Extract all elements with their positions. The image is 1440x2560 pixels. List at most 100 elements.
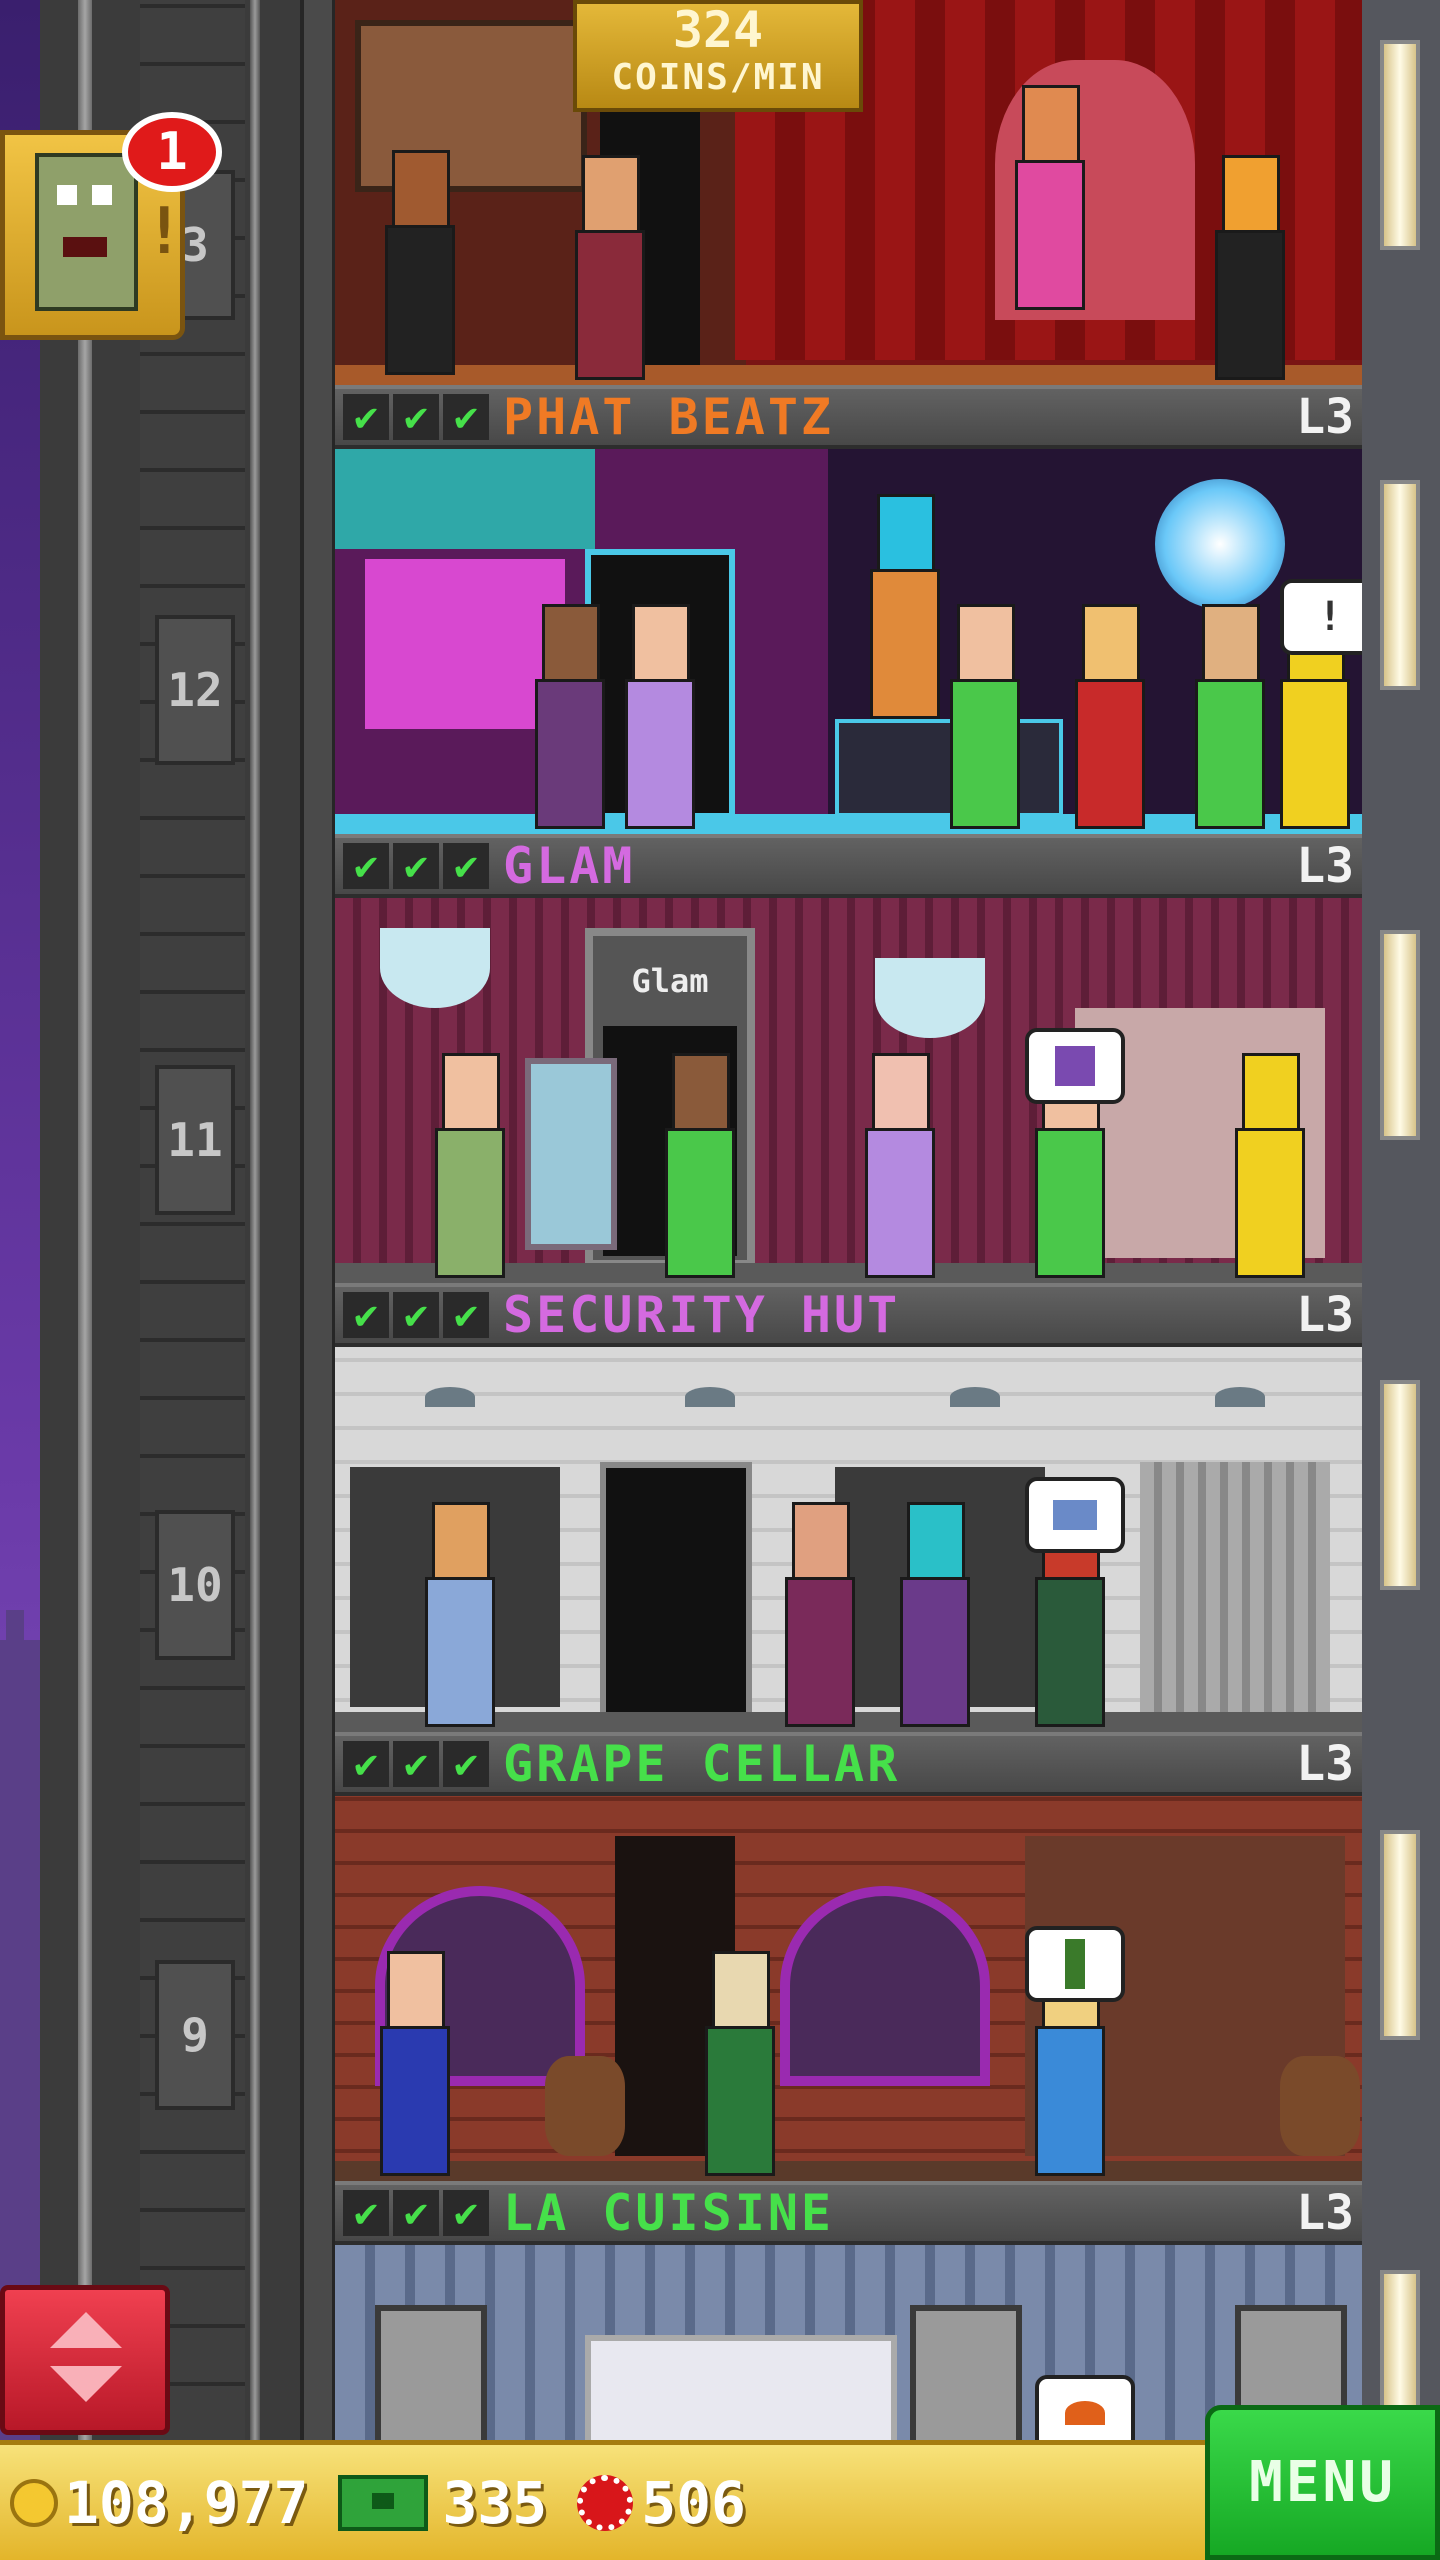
- wall-painting: [375, 2305, 487, 2440]
- bitizen[interactable]: [380, 1951, 450, 2176]
- dj-bitizen[interactable]: [870, 494, 940, 719]
- coins-per-minute-value: 324: [672, 1, 764, 59]
- bitizen[interactable]: [575, 155, 645, 380]
- floor-level: L3: [1296, 389, 1354, 445]
- floor-name: PHAT BEATZ: [503, 388, 835, 446]
- bitizen[interactable]: [1075, 604, 1145, 829]
- floor-strip: [335, 365, 1362, 385]
- star-checks: ✔ ✔ ✔: [343, 843, 489, 889]
- check-icon: ✔: [393, 394, 439, 440]
- bux-icon: [338, 2474, 429, 2531]
- room-phat-beatz[interactable]: !: [335, 449, 1362, 834]
- floor-banner-security-hut[interactable]: ✔ ✔ ✔ SECURITY HUT L3: [335, 1283, 1362, 1347]
- speech-bubble[interactable]: [1025, 1477, 1125, 1553]
- tower-wall-right: [1362, 0, 1440, 2440]
- floor-level: L3: [1296, 838, 1354, 894]
- check-icon: ✔: [443, 394, 489, 440]
- floor-banner-phat-beatz[interactable]: ✔ ✔ ✔ PHAT BEATZ L3: [335, 385, 1362, 449]
- bitizen[interactable]: [665, 1053, 735, 1278]
- check-icon: ✔: [393, 1292, 439, 1338]
- notification-badge: 1: [122, 112, 222, 192]
- jail-cell: [1140, 1462, 1330, 1717]
- zombie-icon: [35, 153, 138, 311]
- check-icon: ✔: [343, 1292, 389, 1338]
- wall-light: [1380, 40, 1420, 250]
- bitizen[interactable]: [1035, 1053, 1105, 1278]
- floor-number-12: 12: [155, 615, 235, 765]
- speech-bubble[interactable]: [1025, 1028, 1125, 1104]
- chips-value: 506: [641, 2468, 746, 2537]
- bitizen[interactable]: [1035, 1951, 1105, 2176]
- disco-ball: [1155, 479, 1285, 609]
- speech-bubble[interactable]: [1035, 2375, 1135, 2440]
- chicken-costume-bitizen[interactable]: [1280, 604, 1350, 829]
- room-grape-cellar[interactable]: [335, 1796, 1362, 2181]
- speech-bubble[interactable]: [1025, 1926, 1125, 2002]
- wall-light: [1380, 930, 1420, 1140]
- floor-banner-glam[interactable]: ✔ ✔ ✔ GLAM L3: [335, 834, 1362, 898]
- floor-level: L3: [1296, 1287, 1354, 1343]
- chandelier: [875, 958, 985, 1038]
- bitizen[interactable]: [385, 150, 455, 375]
- check-icon: ✔: [343, 1741, 389, 1787]
- ceiling-lamp: [425, 1387, 475, 1407]
- dish-icon: [1065, 2401, 1105, 2425]
- comedian-bitizen[interactable]: [1015, 85, 1085, 310]
- wall-light: [1380, 1380, 1420, 1590]
- bitizen[interactable]: [1215, 155, 1285, 380]
- wall-light: [1380, 1830, 1420, 2040]
- bitizen[interactable]: [535, 604, 605, 829]
- chicken-costume-bitizen[interactable]: [1235, 1053, 1305, 1278]
- check-icon: ✔: [343, 2190, 389, 2236]
- check-icon: ✔: [393, 1741, 439, 1787]
- bux-value: 335: [442, 2468, 548, 2537]
- elevator-button[interactable]: [0, 2285, 170, 2435]
- check-icon: ✔: [443, 843, 489, 889]
- menu-button[interactable]: MENU: [1205, 2405, 1440, 2560]
- security-guard-bitizen[interactable]: [425, 1502, 495, 1727]
- check-icon: ✔: [343, 843, 389, 889]
- bitizen[interactable]: [865, 1053, 935, 1278]
- coins-stat[interactable]: 108,977: [0, 2469, 308, 2537]
- floor-name: GLAM: [503, 837, 636, 895]
- floor-banner-la-cuisine[interactable]: ✔ ✔ ✔ LA CUISINE L3: [335, 2181, 1362, 2245]
- bux-stat[interactable]: 335: [338, 2469, 547, 2537]
- coin-icon: [10, 2478, 58, 2527]
- check-icon: ✔: [393, 843, 439, 889]
- bitizen[interactable]: [1195, 604, 1265, 829]
- room-glam[interactable]: Glam: [335, 898, 1362, 1283]
- room-security-hut[interactable]: [335, 1347, 1362, 1732]
- wine-rack: [780, 1886, 990, 2086]
- star-checks: ✔ ✔ ✔: [343, 2190, 489, 2236]
- framed-portrait: [355, 20, 587, 192]
- floor-name: GRAPE CELLAR: [503, 1735, 901, 1793]
- bitizen[interactable]: [1035, 1502, 1105, 1727]
- elevator-rail-right: [250, 0, 260, 2440]
- bitizen[interactable]: [785, 1502, 855, 1727]
- coins-per-minute-display: 324 COINS/MIN: [573, 0, 863, 112]
- check-icon: ✔: [443, 1741, 489, 1787]
- ceiling-lamp: [685, 1387, 735, 1407]
- coins-per-minute-label: COINS/MIN: [611, 57, 825, 98]
- wall-light: [1380, 480, 1420, 690]
- bitizen[interactable]: [435, 1053, 505, 1278]
- star-checks: ✔ ✔ ✔: [343, 1741, 489, 1787]
- chips-stat[interactable]: 506: [577, 2469, 746, 2537]
- check-icon: ✔: [443, 2190, 489, 2236]
- bitizen[interactable]: [705, 1951, 775, 2176]
- check-icon: ✔: [393, 2190, 439, 2236]
- ceiling-lamp: [1215, 1387, 1265, 1407]
- bitizen[interactable]: [900, 1502, 970, 1727]
- floor-strip: [335, 2161, 1362, 2181]
- doorway: [600, 1462, 752, 1729]
- floor-number-10: 10: [155, 1510, 235, 1660]
- check-icon: ✔: [443, 1292, 489, 1338]
- chip-icon: [577, 2474, 634, 2531]
- floor-banner-grape-cellar[interactable]: ✔ ✔ ✔ GRAPE CELLAR L3: [335, 1732, 1362, 1796]
- bitizen[interactable]: [625, 604, 695, 829]
- check-icon: ✔: [343, 394, 389, 440]
- floor-name: SECURITY HUT: [503, 1286, 901, 1344]
- bitizen[interactable]: [950, 604, 1020, 829]
- glam-item-icon: [1055, 1046, 1095, 1086]
- speech-bubble[interactable]: !: [1280, 579, 1362, 655]
